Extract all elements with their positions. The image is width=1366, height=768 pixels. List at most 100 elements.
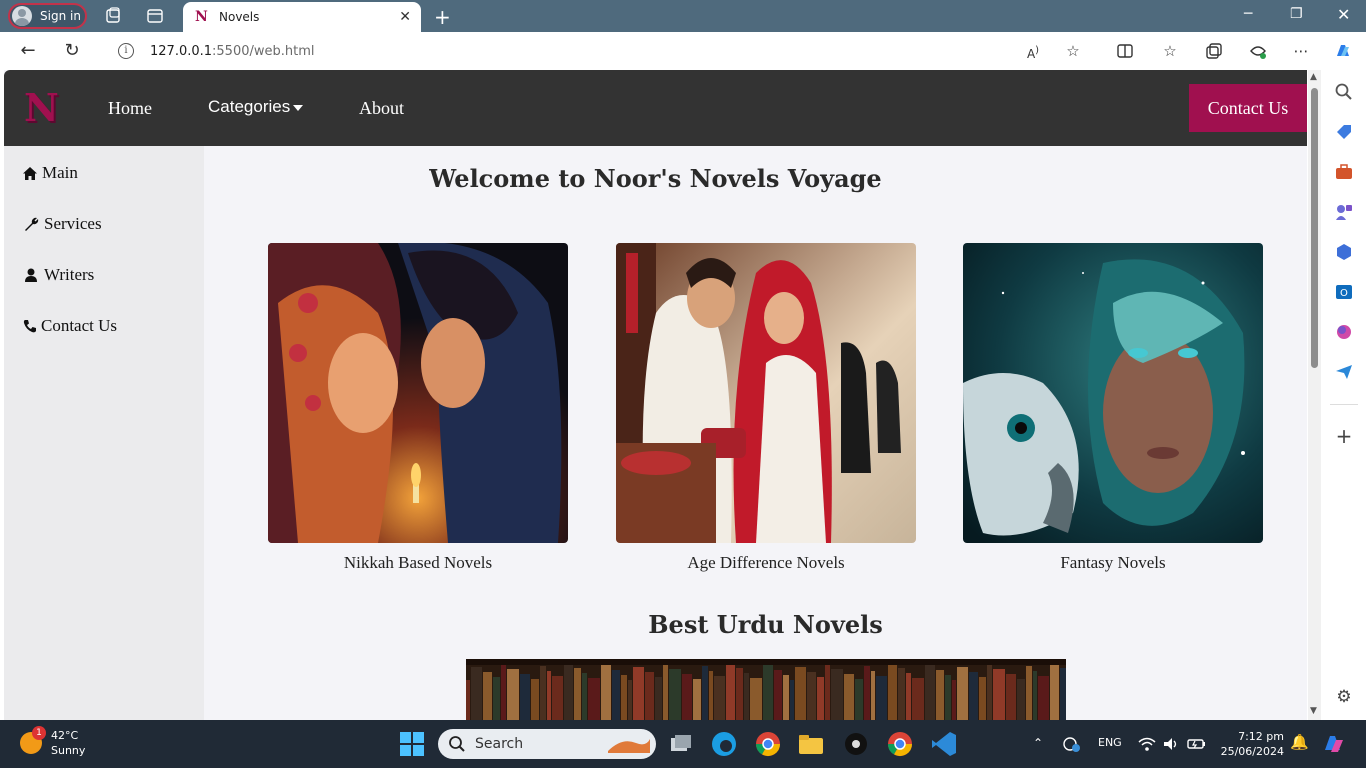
best-novels-heading: Best Urdu Novels <box>648 610 883 639</box>
sidebar-item-label: Main <box>42 163 78 182</box>
settings-gear-icon[interactable]: ⚙ <box>1334 687 1354 707</box>
notifications-bell-icon[interactable]: 🔔 <box>1290 733 1309 751</box>
back-icon[interactable]: ← <box>17 40 39 62</box>
caret-down-icon <box>293 104 304 111</box>
system-clock[interactable]: 7:12 pm 25/06/2024 <box>1218 729 1284 759</box>
vscode-app-icon[interactable] <box>930 730 958 758</box>
chrome-app-icon[interactable] <box>754 730 782 758</box>
windows-start-icon[interactable] <box>398 730 426 758</box>
window-close-icon[interactable]: ✕ <box>1337 5 1350 24</box>
sidebar-item-contact[interactable]: Contact Us <box>23 316 117 336</box>
file-explorer-icon[interactable] <box>797 730 825 758</box>
avatar-icon <box>12 6 32 26</box>
page-viewport: N Home Categories About Contact Us Main … <box>4 70 1307 720</box>
sidebar-item-writers[interactable]: Writers <box>23 265 94 285</box>
fantasy-novels-image[interactable] <box>963 243 1263 543</box>
temperature: 42°C <box>51 729 79 742</box>
read-aloud-icon[interactable]: A) <box>1023 41 1043 61</box>
more-options-icon[interactable]: ⋯ <box>1291 41 1311 61</box>
phone-icon <box>23 320 36 333</box>
send-icon[interactable] <box>1334 362 1354 382</box>
site-info-icon[interactable]: i <box>118 43 134 59</box>
clock-time: 7:12 pm <box>1238 730 1284 743</box>
workspaces-icon[interactable] <box>104 7 122 25</box>
games-icon[interactable] <box>1334 202 1354 222</box>
copilot-icon[interactable] <box>1333 41 1353 61</box>
search-icon <box>449 736 465 752</box>
tab-title: Novels <box>219 10 260 24</box>
search-icon[interactable] <box>1334 82 1354 102</box>
task-view-icon[interactable] <box>667 730 695 758</box>
card-caption: Nikkah Based Novels <box>343 553 493 572</box>
sidebar-item-label: Contact Us <box>41 316 118 335</box>
category-card-fantasy[interactable]: Fantasy Novels <box>963 243 1263 573</box>
sidebar-item-services[interactable]: Services <box>23 214 102 234</box>
nav-about[interactable]: About <box>359 98 404 119</box>
home-icon <box>23 166 37 180</box>
wifi-icon[interactable] <box>1138 736 1156 752</box>
browser-essentials-icon[interactable] <box>1248 41 1268 61</box>
scroll-down-icon[interactable]: ▼ <box>1310 706 1317 716</box>
nav-home[interactable]: Home <box>108 98 152 119</box>
settings-app-icon[interactable] <box>842 730 870 758</box>
scrollbar-thumb[interactable] <box>1311 88 1318 368</box>
clock-date: 25/06/2024 <box>1220 745 1284 758</box>
nav-categories[interactable]: Categories <box>208 97 304 117</box>
tools-briefcase-icon[interactable] <box>1334 162 1354 182</box>
outlook-icon[interactable]: O <box>1334 282 1354 302</box>
copilot-designer-icon[interactable] <box>1334 322 1354 342</box>
url-field[interactable]: i 127.0.0.1:5500/web.html <box>101 36 1097 66</box>
shopping-tag-icon[interactable] <box>1334 122 1354 142</box>
card-caption: Fantasy Novels <box>1060 553 1166 572</box>
split-screen-icon[interactable] <box>1115 41 1135 61</box>
browser-titlebar: Sign in N Novels ✕ + ─ ❐ ✕ <box>0 0 1366 32</box>
edge-app-icon[interactable] <box>710 730 738 758</box>
weather-badge: 1 <box>32 726 46 740</box>
refresh-icon[interactable]: ↻ <box>61 40 83 62</box>
sidebar-item-label: Services <box>44 214 102 233</box>
address-toolbar: ← ↻ i 127.0.0.1:5500/web.html A) ☆ ☆ ⋯ <box>0 32 1366 70</box>
chrome-profile-app-icon[interactable] <box>886 730 914 758</box>
weather-widget[interactable]: 1 42°C Sunny <box>20 726 86 758</box>
site-navbar: N Home Categories About Contact Us <box>4 70 1307 146</box>
favorite-star-icon[interactable]: ☆ <box>1063 41 1083 61</box>
category-card-nikkah[interactable]: Nikkah Based Novels <box>268 243 568 573</box>
card-caption: Age Difference Novels <box>687 553 845 572</box>
site-sidebar: Main Services Writers Contact Us <box>4 146 204 720</box>
collections-icon[interactable] <box>1204 41 1224 61</box>
sign-in-button[interactable]: Sign in <box>8 3 87 29</box>
wrench-icon <box>25 217 39 231</box>
restore-icon[interactable]: ❐ <box>1290 6 1303 22</box>
network-security-icon[interactable] <box>1062 735 1082 753</box>
minimize-icon[interactable]: ─ <box>1244 6 1252 22</box>
language-indicator[interactable]: ENG <box>1098 736 1122 749</box>
m365-icon[interactable] <box>1334 242 1354 262</box>
nikkah-novels-image[interactable] <box>268 243 568 543</box>
add-icon[interactable]: + <box>1334 426 1354 446</box>
copilot-taskbar-icon[interactable] <box>1322 732 1346 756</box>
sun-icon: 1 <box>20 726 46 754</box>
bookshelf-banner-image <box>466 659 1066 720</box>
age-difference-novels-image[interactable] <box>616 243 916 543</box>
weather-condition: Sunny <box>51 744 86 757</box>
taskbar-search[interactable]: Search <box>438 729 656 759</box>
scroll-up-icon[interactable]: ▲ <box>1310 72 1317 82</box>
tab-close-icon[interactable]: ✕ <box>399 9 411 25</box>
tab-novels[interactable]: N Novels ✕ <box>183 2 421 32</box>
sidebar-item-main[interactable]: Main <box>23 163 78 183</box>
welcome-heading: Welcome to Noor's Novels Voyage <box>429 164 882 193</box>
category-card-age-difference[interactable]: Age Difference Novels <box>616 243 916 573</box>
contact-us-button[interactable]: Contact Us <box>1189 84 1307 132</box>
site-logo[interactable]: N <box>24 88 59 128</box>
tab-actions-icon[interactable] <box>146 7 164 25</box>
new-tab-icon[interactable]: + <box>434 5 451 29</box>
battery-icon[interactable] <box>1186 736 1206 752</box>
tray-expand-icon[interactable]: ⌃ <box>1033 736 1043 750</box>
page-scrollbar[interactable]: ▲ ▼ <box>1308 70 1321 720</box>
svg-text:O: O <box>1340 288 1348 299</box>
favorites-icon[interactable]: ☆ <box>1160 41 1180 61</box>
browser-sidebar: O + ⚙ <box>1322 70 1366 720</box>
search-placeholder: Search <box>475 736 524 752</box>
url-text: 127.0.0.1:5500/web.html <box>150 43 315 59</box>
volume-icon[interactable] <box>1162 736 1180 752</box>
